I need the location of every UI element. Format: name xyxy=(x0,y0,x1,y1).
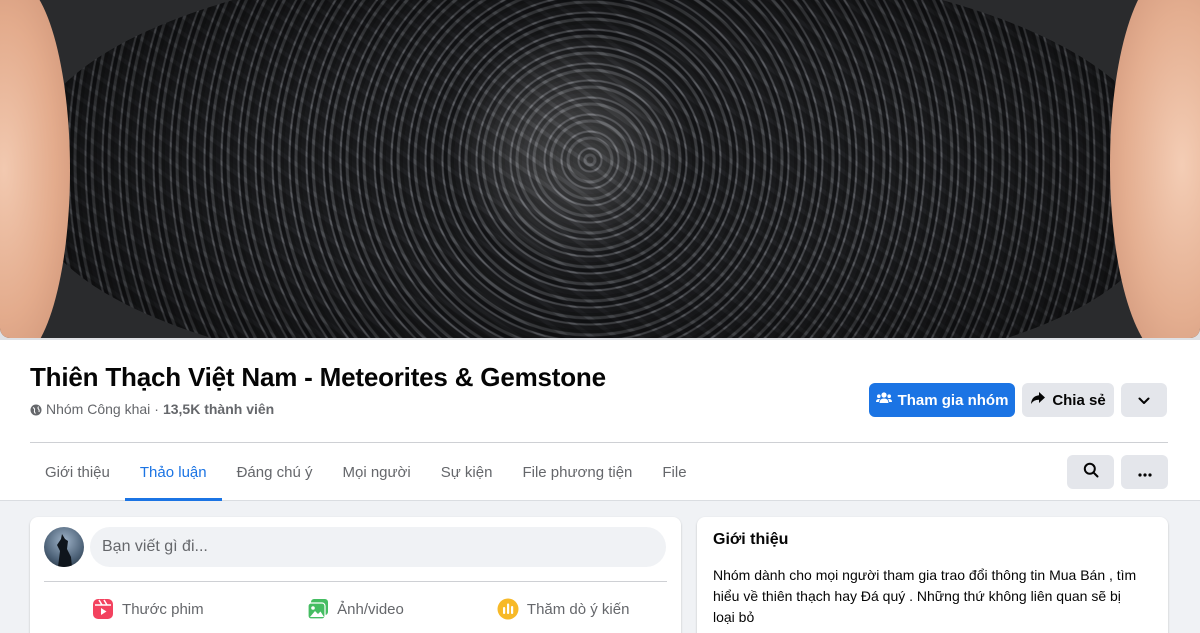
tabs-more-button[interactable] xyxy=(1121,455,1168,489)
globe-icon xyxy=(30,403,42,416)
about-card: Giới thiệu Nhóm dành cho mọi người tham … xyxy=(697,517,1168,633)
post-composer: Thước phim Ảnh/video Thăm dò ý kiến xyxy=(30,517,681,633)
poll-button[interactable]: Thăm dò ý kiến xyxy=(459,591,667,627)
group-icon xyxy=(875,391,892,409)
avatar[interactable] xyxy=(44,527,84,567)
reel-button[interactable]: Thước phim xyxy=(44,591,252,627)
about-title: Giới thiệu xyxy=(713,531,789,548)
group-title[interactable]: Thiên Thạch Việt Nam - Meteorites & Gems… xyxy=(30,362,606,393)
join-group-button[interactable]: Tham gia nhóm xyxy=(869,383,1015,417)
tab-file[interactable]: File xyxy=(647,443,701,501)
join-group-label: Tham gia nhóm xyxy=(897,391,1009,409)
composer-input[interactable] xyxy=(90,527,666,567)
about-description: Nhóm dành cho mọi người tham gia trao đổ… xyxy=(713,567,1137,625)
tab-moi-nguoi[interactable]: Mọi người xyxy=(327,443,425,501)
ellipsis-icon xyxy=(1137,464,1152,481)
share-button[interactable]: Chia sẻ xyxy=(1022,383,1114,417)
left-hand-image xyxy=(0,0,70,338)
meteorite-texture xyxy=(30,0,1160,338)
chevron-down-icon xyxy=(1138,392,1150,409)
group-meta: Nhóm Công khai · 13,5K thành viên xyxy=(30,401,274,417)
tab-su-kien[interactable]: Sự kiện xyxy=(426,443,508,501)
right-hand-image xyxy=(1110,0,1200,338)
group-privacy[interactable]: Nhóm Công khai xyxy=(46,401,150,417)
reel-label: Thước phim xyxy=(122,600,204,618)
group-tabs: Giới thiệu Thảo luận Đáng chú ý Mọi ngườ… xyxy=(30,443,702,501)
search-button[interactable] xyxy=(1067,455,1114,489)
photo-icon xyxy=(307,598,329,620)
share-arrow-icon xyxy=(1030,391,1046,409)
cover-area xyxy=(0,0,1200,340)
search-icon xyxy=(1083,462,1099,482)
reel-icon xyxy=(92,598,114,620)
cover-photo[interactable] xyxy=(0,0,1200,338)
meta-separator: · xyxy=(154,401,159,417)
photo-video-label: Ảnh/video xyxy=(337,600,404,618)
tab-gioi-thieu[interactable]: Giới thiệu xyxy=(30,443,125,501)
tab-thao-luan[interactable]: Thảo luận xyxy=(124,443,222,501)
share-label: Chia sẻ xyxy=(1052,391,1106,409)
more-options-button[interactable] xyxy=(1121,383,1167,417)
tab-file-phuong-tien[interactable]: File phương tiện xyxy=(507,443,647,501)
poll-label: Thăm dò ý kiến xyxy=(526,600,630,618)
composer-divider xyxy=(44,581,667,582)
photo-video-button[interactable]: Ảnh/video xyxy=(252,591,460,627)
tab-dang-chu-y[interactable]: Đáng chú ý xyxy=(222,443,328,501)
poll-icon xyxy=(497,598,519,620)
composer-actions: Thước phim Ảnh/video Thăm dò ý kiến xyxy=(44,591,667,627)
member-count[interactable]: 13,5K thành viên xyxy=(163,401,274,417)
